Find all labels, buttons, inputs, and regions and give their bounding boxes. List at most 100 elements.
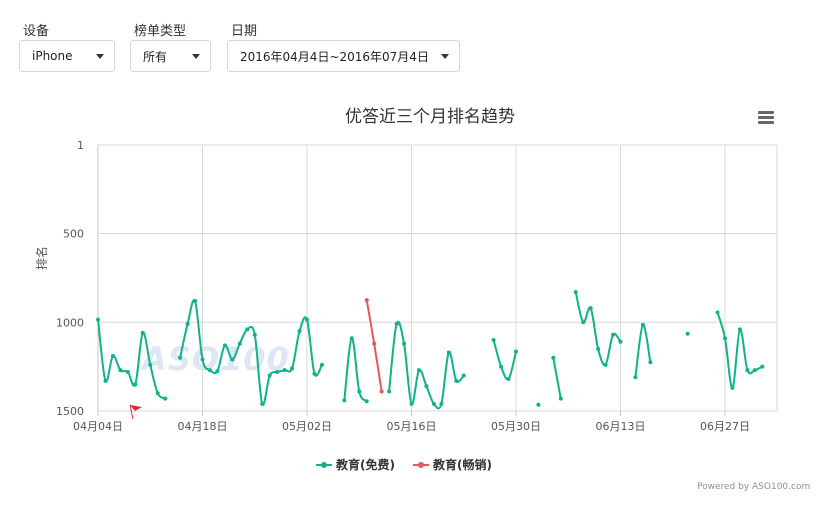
data-point [103, 378, 108, 383]
data-point [297, 329, 302, 334]
data-point [230, 357, 235, 362]
data-point [155, 391, 160, 396]
data-point [319, 362, 324, 367]
data-point [596, 346, 601, 351]
data-point [178, 355, 183, 360]
data-point [163, 396, 168, 401]
data-point [305, 317, 309, 322]
data-point [394, 322, 399, 327]
legend-item-free[interactable]: 教育(免费) [316, 456, 395, 473]
legend-label-paid: 教育(畅销) [433, 458, 492, 472]
data-point [424, 384, 429, 389]
data-point [245, 327, 250, 332]
x-tick-label: 06月27日 [700, 420, 750, 433]
data-point [454, 378, 459, 383]
credits[interactable]: Powered by ASO100.com [697, 482, 810, 492]
data-point [207, 368, 212, 373]
series-1 [364, 298, 384, 394]
data-point [110, 353, 115, 358]
data-point [730, 385, 735, 390]
data-point [446, 350, 451, 355]
data-point [648, 360, 653, 365]
series-line [388, 320, 465, 410]
series-line [552, 357, 562, 399]
data-point [685, 331, 690, 336]
data-point [193, 298, 198, 303]
data-point [416, 368, 421, 373]
data-point [252, 332, 257, 337]
data-point [357, 389, 362, 394]
data-point [499, 364, 504, 369]
data-point [222, 343, 227, 348]
data-point [282, 368, 287, 373]
x-tick-label: 04月18日 [178, 420, 228, 433]
data-point [618, 339, 623, 344]
data-point [372, 341, 377, 346]
data-point [715, 310, 720, 315]
data-point [267, 373, 272, 378]
data-point [723, 336, 727, 341]
data-point [573, 290, 578, 295]
data-point [118, 368, 123, 373]
data-point [148, 362, 153, 367]
y-tick-label: 1000 [56, 316, 84, 329]
data-point [260, 401, 265, 406]
series-line [492, 339, 517, 381]
data-point [439, 401, 444, 406]
legend-label-free: 教育(免费) [336, 458, 395, 472]
data-point [581, 320, 586, 325]
data-point [588, 306, 593, 311]
flag-icon [129, 404, 142, 420]
data-point [551, 355, 556, 360]
data-point [431, 401, 436, 406]
data-point [640, 322, 645, 327]
x-tick-label: 06月13日 [596, 420, 646, 433]
data-point [125, 369, 130, 374]
data-point [133, 382, 138, 387]
y-axis-label: 排名 [35, 245, 49, 270]
series-line [634, 323, 652, 378]
data-point [409, 401, 414, 406]
series-line [97, 319, 166, 400]
data-point [140, 330, 145, 335]
data-point [96, 317, 100, 322]
data-point [387, 389, 392, 394]
rank-trend-chart: 150010001500 04月04日 04月18日 05月02日 05月16日 05月… [56, 139, 778, 433]
series-line [365, 299, 383, 392]
data-point [290, 366, 295, 371]
data-point [185, 322, 190, 327]
series-line [716, 312, 763, 389]
data-point [558, 396, 563, 401]
data-point [491, 338, 496, 343]
data-point [379, 389, 384, 394]
data-point [745, 368, 750, 373]
data-point [633, 375, 638, 380]
series-line [343, 337, 368, 403]
series-line [179, 298, 323, 406]
data-point [200, 357, 205, 362]
data-point [364, 298, 369, 303]
data-point [312, 371, 317, 376]
data-point [237, 341, 242, 346]
data-point [506, 377, 511, 382]
x-tick-label: 05月16日 [387, 420, 437, 433]
y-tick-label: 1 [77, 139, 84, 152]
y-tick-label: 1500 [56, 405, 84, 418]
data-point [215, 369, 220, 374]
series-line [574, 291, 622, 367]
data-point [275, 369, 280, 374]
data-point [461, 373, 466, 378]
y-tick-label: 500 [63, 228, 84, 241]
legend-item-paid[interactable]: 教育(畅销) [413, 456, 492, 473]
data-point [760, 364, 765, 369]
data-point [364, 399, 369, 404]
data-point [611, 332, 616, 337]
x-tick-label: 05月30日 [491, 420, 541, 433]
data-point [603, 362, 608, 367]
series-0 [96, 290, 765, 410]
data-point [342, 398, 347, 403]
x-tick-label: 04月04日 [73, 420, 123, 433]
data-point [536, 402, 541, 407]
data-point [514, 349, 518, 354]
data-point [402, 341, 407, 346]
